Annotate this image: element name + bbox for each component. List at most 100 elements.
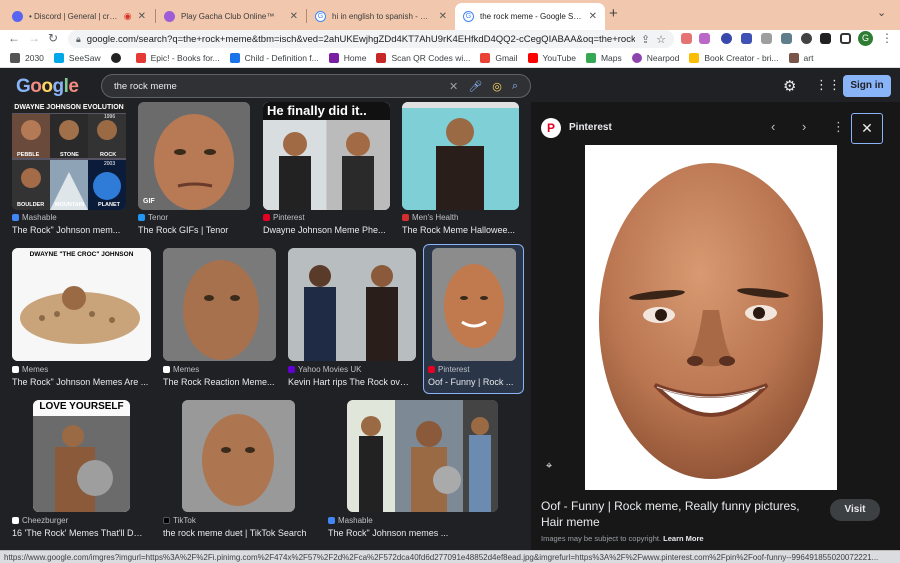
copyright-note: Images may be subject to copyright. Lear… <box>541 534 704 543</box>
bookmark-qr[interactable]: Scan QR Codes wi... <box>376 53 470 63</box>
address-bar[interactable]: 🔒︎ google.com/search?q=the+rock+meme&tbm… <box>68 30 674 48</box>
close-tab-icon[interactable]: ✕ <box>290 11 298 22</box>
bookmark-label: SeeSaw <box>68 53 101 63</box>
lens-search-icon[interactable]: ⌖ <box>546 460 552 473</box>
thumbnail-caption: MOUNTAIN <box>55 202 85 208</box>
search-input[interactable]: the rock meme ✕ 🎤︎ ◎ ⌕ <box>101 74 531 98</box>
visit-button[interactable]: Visit <box>830 499 880 521</box>
mashable-icon <box>328 517 335 524</box>
tab-translate[interactable]: G hi in english to spanish - Goog ✕ <box>307 3 455 30</box>
result-thumbnail[interactable] <box>182 400 295 512</box>
clear-icon[interactable]: ✕ <box>449 80 458 93</box>
result-thumbnail[interactable] <box>347 400 498 512</box>
microphone-icon[interactable]: 🎤︎ <box>468 80 482 93</box>
source-label: Men's Health <box>412 213 459 222</box>
thumbnail-headline: DWAYNE "THE CROC" JOHNSON <box>29 251 134 258</box>
next-icon[interactable]: › <box>802 119 806 134</box>
result-title[interactable]: The Rock Meme Hallowee... <box>402 225 519 235</box>
thumbnail-caption: BOULDER <box>17 202 45 208</box>
result-title[interactable]: The Rock GIFs | Tenor <box>138 225 254 235</box>
sidepanel-icon[interactable] <box>840 33 851 44</box>
result-title[interactable]: Kevin Hart rips The Rock ove... <box>288 377 412 387</box>
result-title[interactable]: the rock meme duet | TikTok Search <box>163 528 321 538</box>
bookmark-label: 2030 <box>25 53 44 63</box>
mashable-icon <box>12 214 19 221</box>
more-options-icon[interactable]: ⋮ <box>832 119 845 135</box>
tab-discord[interactable]: • Discord | General | creep ◉ ✕ <box>4 3 154 30</box>
bookmark-seesaw[interactable]: SeeSaw <box>53 53 101 63</box>
extension-icon[interactable] <box>741 33 752 44</box>
bookmark-child-definition[interactable]: Child - Definition f... <box>229 53 319 63</box>
result-title[interactable]: 16 'The Rock' Memes That'll Dw... <box>12 528 147 538</box>
extension-icon[interactable] <box>761 33 772 44</box>
extensions-puzzle-icon[interactable] <box>820 33 831 44</box>
bookmark-epic[interactable]: Epic! - Books for... <box>135 53 220 63</box>
extension-icon[interactable] <box>681 33 692 44</box>
result-thumbnail[interactable] <box>163 248 276 361</box>
extension-icon[interactable] <box>721 33 732 44</box>
result-title[interactable]: The Rock" Johnson memes ... <box>328 528 503 538</box>
extension-icon[interactable] <box>699 33 710 44</box>
reload-icon[interactable]: ↻ <box>48 31 58 45</box>
result-thumbnail[interactable]: GIF <box>138 102 250 210</box>
close-tab-icon[interactable]: ✕ <box>589 11 597 22</box>
result-title[interactable]: The Rock" Johnson Memes Are ... <box>12 377 151 387</box>
bookmark-gmail[interactable]: Gmail <box>480 53 518 63</box>
url-text: google.com/search?q=the+rock+meme&tbm=is… <box>86 33 635 45</box>
close-preview-button[interactable]: ✕ <box>851 113 883 144</box>
share-icon[interactable]: ⇪ <box>641 33 650 46</box>
result-title[interactable]: Dwayne Johnson Meme Phe... <box>263 225 391 235</box>
pinterest-icon[interactable]: P <box>541 118 561 138</box>
tab-gacha[interactable]: Play Gacha Club Online™ ✕ <box>156 3 306 30</box>
previous-icon[interactable]: ‹ <box>771 119 775 134</box>
preview-source[interactable]: Pinterest <box>569 122 612 133</box>
result-title[interactable]: The Rock" Johnson mem... <box>12 225 130 235</box>
bookmark-youtube[interactable]: YouTube <box>527 53 576 63</box>
source-label: Mashable <box>338 516 373 525</box>
result-title[interactable]: The Rock Reaction Meme... <box>163 377 276 387</box>
bookmark-github[interactable] <box>110 53 126 63</box>
lock-icon[interactable]: 🔒︎ <box>76 34 81 45</box>
extension-icon[interactable] <box>801 33 812 44</box>
tab-search-chevron-icon[interactable]: ⌄ <box>877 6 886 19</box>
gmail-icon <box>480 53 491 63</box>
bookmark-nearpod[interactable]: Nearpod <box>631 53 679 63</box>
result-thumbnail[interactable]: LOVE YOURSELF <box>33 400 130 512</box>
preview-image[interactable] <box>585 145 837 490</box>
preview-title[interactable]: Oof - Funny | Rock meme, Really funny pi… <box>541 498 821 530</box>
lens-camera-icon[interactable]: ◎ <box>492 80 502 93</box>
learn-more-link[interactable]: Learn More <box>663 534 703 543</box>
bookmark-icon <box>376 53 387 63</box>
bookmark-art[interactable]: art <box>788 53 813 63</box>
result-title[interactable]: Oof - Funny | Rock ... <box>428 377 516 387</box>
audio-icon[interactable]: ◉ <box>124 11 132 22</box>
chrome-menu-icon[interactable]: ⋮ <box>881 31 893 45</box>
bookmark-icon <box>788 53 799 63</box>
back-icon[interactable]: ← <box>8 31 20 45</box>
bookmark-2030[interactable]: 2030 <box>10 53 44 63</box>
settings-gear-icon[interactable]: ⚙ <box>783 77 796 95</box>
tiktok-icon <box>163 517 170 524</box>
tab-rock-meme[interactable]: G the rock meme - Google Search ✕ <box>455 3 605 30</box>
result-thumbnail[interactable]: DWAYNE JOHNSON EVOLUTION 1996 PEBBLE STO… <box>12 102 126 210</box>
bookmark-star-icon[interactable]: ☆ <box>656 33 666 46</box>
search-query[interactable]: the rock meme <box>114 81 439 92</box>
bookmark-label: Child - Definition f... <box>244 53 319 63</box>
bookmark-maps[interactable]: Maps <box>585 53 622 63</box>
forward-icon[interactable]: → <box>28 31 40 45</box>
close-tab-icon[interactable]: ✕ <box>138 11 146 22</box>
result-thumbnail[interactable]: DWAYNE "THE CROC" JOHNSON <box>12 248 151 361</box>
result-thumbnail[interactable] <box>432 248 516 361</box>
bookmark-home[interactable]: Home <box>328 53 366 63</box>
sign-in-button[interactable]: Sign in <box>843 75 891 97</box>
profile-avatar[interactable]: G <box>858 31 873 46</box>
extension-icon[interactable] <box>781 33 792 44</box>
result-thumbnail[interactable]: He finally did it.. <box>263 102 390 210</box>
search-icon[interactable]: ⌕ <box>512 80 518 93</box>
close-tab-icon[interactable]: ✕ <box>439 11 447 22</box>
result-thumbnail[interactable] <box>288 248 416 361</box>
new-tab-button[interactable]: + <box>609 5 618 22</box>
google-logo[interactable]: Google <box>16 76 79 98</box>
result-thumbnail[interactable] <box>402 102 519 210</box>
bookmark-book-creator[interactable]: Book Creator - bri... <box>689 53 779 63</box>
